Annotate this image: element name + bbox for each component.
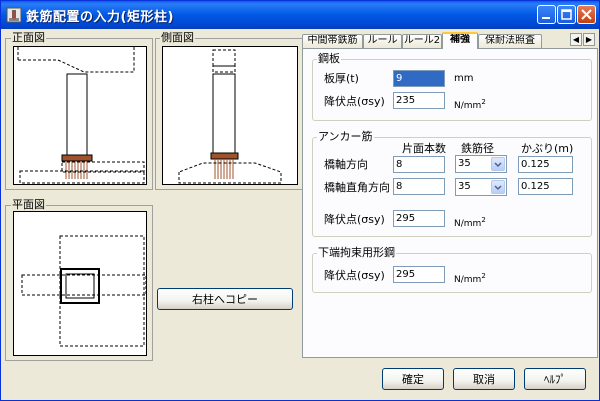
anchor-row1-label: 橋軸方向 (324, 158, 368, 171)
anchor-row2-count-input[interactable]: 8 (393, 178, 445, 195)
anchor-rebar-group-label: アンカー筋 (317, 130, 374, 143)
anchor-row2-cover-input[interactable]: 0.125 (518, 178, 573, 195)
side-view-label: 側面図 (160, 31, 195, 44)
tab-reinforcement[interactable]: 補強 (442, 32, 478, 49)
tab-rule2[interactable]: ルール2 (402, 34, 442, 48)
reinforcement-tab-panel: 鋼板 板厚(t) 9 mm 降伏点(σsy) 235 N/mm2 アンカー筋 片… (302, 48, 598, 358)
dropdown-arrow-icon[interactable] (491, 157, 505, 171)
bottom-restraint-steel-group-label: 下端拘束用形鋼 (317, 246, 396, 259)
bottom-steel-yield-label: 降伏点(σsy) (324, 269, 385, 282)
tab-strip: 中間帯鉄筋 ルール ルール2 補強 保耐法照査 ◀ ▶ (302, 32, 598, 49)
anchor-row2-diameter-value: 35 (458, 181, 471, 192)
copy-to-right-column-button[interactable]: 右柱へコピー (157, 288, 293, 310)
anchor-row1-count-input[interactable]: 8 (393, 156, 445, 173)
app-icon (6, 7, 22, 23)
anchor-row2-diameter-select[interactable]: 35 (455, 178, 507, 196)
plate-thickness-input[interactable]: 9 (393, 70, 445, 87)
anchor-row1-cover-input[interactable]: 0.125 (518, 156, 573, 173)
close-button[interactable] (577, 5, 596, 24)
plate-thickness-unit: mm (454, 73, 474, 84)
front-view-canvas (13, 46, 147, 185)
plan-view-label: 平面図 (11, 198, 46, 211)
steel-plate-group-label: 鋼板 (317, 52, 341, 65)
side-view-canvas (162, 46, 298, 185)
maximize-icon (561, 9, 572, 20)
plate-yield-unit: N/mm2 (454, 98, 486, 111)
anchor-row1-diameter-select[interactable]: 35 (455, 155, 507, 173)
tab-scroll-right-button[interactable]: ▶ (583, 33, 595, 46)
anchor-count-header: 片面本数 (402, 142, 446, 155)
minimize-icon (542, 17, 550, 19)
plate-yield-input[interactable]: 235 (393, 92, 445, 109)
tab-intermediate-rebar[interactable]: 中間帯鉄筋 (302, 34, 363, 48)
dialog-window: 鉄筋配置の入力(矩形柱) 正面図 側面図 平面図 右柱へコピー 中間帯鉄筋 ルー… (0, 0, 600, 401)
plate-yield-label: 降伏点(σsy) (324, 95, 385, 108)
ok-button[interactable]: 確定 (382, 368, 444, 390)
window-title: 鉄筋配置の入力(矩形柱) (26, 10, 174, 25)
tab-scroll-left-button[interactable]: ◀ (570, 33, 582, 46)
anchor-yield-label: 降伏点(σsy) (324, 213, 385, 226)
front-view-label: 正面図 (11, 31, 46, 44)
side-view-drawing (178, 49, 282, 184)
tab-seismic-check[interactable]: 保耐法照査 (478, 34, 542, 48)
steel-plate-group (312, 59, 592, 121)
bottom-steel-yield-unit: N/mm2 (454, 272, 486, 285)
plan-view-canvas (13, 211, 147, 356)
anchor-cover-header: かぶり(m) (521, 142, 574, 155)
maximize-button[interactable] (557, 5, 576, 24)
plate-thickness-label: 板厚(t) (324, 72, 359, 85)
anchor-yield-input[interactable]: 295 (393, 210, 445, 227)
help-button[interactable]: ﾍﾙﾌﾟ (524, 368, 586, 390)
title-bar[interactable]: 鉄筋配置の入力(矩形柱) (1, 1, 599, 29)
anchor-row2-label: 橋軸直角方向 (324, 181, 390, 194)
bottom-steel-yield-input[interactable]: 295 (393, 266, 445, 283)
anchor-yield-unit: N/mm2 (454, 216, 486, 229)
tab-rule[interactable]: ルール (363, 34, 402, 48)
minimize-button[interactable] (537, 5, 556, 24)
plan-view-drawing (21, 235, 147, 347)
dropdown-arrow-icon[interactable] (491, 180, 505, 194)
close-icon (581, 9, 592, 20)
front-view-drawing (17, 47, 145, 184)
cancel-button[interactable]: 取消 (453, 368, 515, 390)
anchor-diameter-header: 鉄筋径 (461, 142, 494, 155)
anchor-row1-diameter-value: 35 (458, 158, 471, 169)
